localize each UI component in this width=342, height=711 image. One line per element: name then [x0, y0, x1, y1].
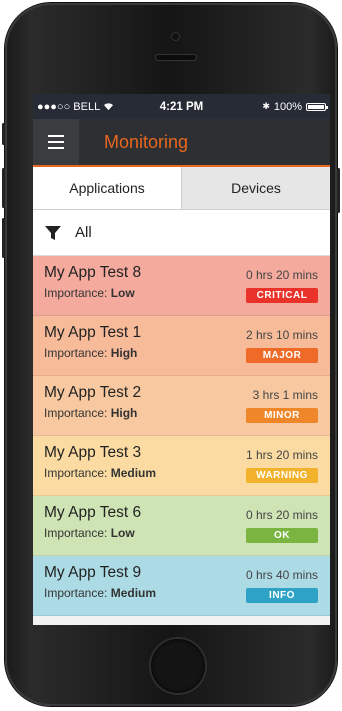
duration: 0 hrs 40 mins [245, 568, 318, 582]
tab-devices[interactable]: Devices [181, 167, 330, 209]
importance-label: Importance: [44, 466, 108, 480]
duration: 0 hrs 20 mins [245, 268, 318, 282]
power-button [337, 168, 340, 213]
tab-applications[interactable]: Applications [33, 167, 181, 209]
status-badge: MINOR [246, 408, 318, 423]
list-item[interactable]: My App Test 9 Importance: Medium 0 hrs 40 … [33, 556, 330, 616]
status-badge: CRITICAL [246, 288, 318, 303]
status-badge: MAJOR [246, 348, 318, 363]
importance-value: Low [110, 286, 135, 300]
duration: 0 hrs 20 mins [245, 508, 318, 522]
app-bar: Monitoring [33, 119, 330, 167]
duration: 1 hrs 20 mins [245, 448, 318, 462]
list-item[interactable]: My App Test 2 Importance: High 3 hrs 1 min… [33, 376, 330, 436]
importance-label: Importance: [44, 286, 108, 300]
filter-label: All [75, 224, 92, 241]
home-button[interactable] [151, 639, 205, 693]
status-badge: OK [246, 528, 318, 543]
importance-label: Importance: [44, 526, 108, 540]
front-camera [172, 33, 179, 40]
volume-down-button [2, 218, 5, 258]
list-item[interactable]: My App Test 6 Importance: Low 0 hrs 20 min… [33, 496, 330, 556]
duration: 3 hrs 1 mins [252, 388, 318, 402]
importance-label: Importance: [44, 586, 108, 600]
list-item[interactable]: My App Test 8 Importance: Low 0 hrs 20 min… [33, 256, 330, 316]
importance-value: High [110, 406, 138, 420]
battery-icon [306, 102, 328, 111]
list-item[interactable]: My App Test 1 Importance: High 2 hrs 10 mi… [33, 316, 330, 376]
status-bar: ●●●○○ BELL 4:21 PM ✱ 100% [33, 94, 330, 119]
mute-switch [2, 123, 5, 145]
tab-bar: Applications Devices [33, 167, 330, 210]
importance-value: Medium [110, 586, 157, 600]
earpiece-speaker [156, 55, 196, 60]
filter-row[interactable]: All [33, 210, 330, 256]
status-badge: WARNING [246, 468, 318, 483]
importance-value: Low [110, 526, 135, 540]
list-item[interactable]: My App Test 3 Importance: Medium 1 hrs 20 … [33, 436, 330, 496]
status-badge: INFO [246, 588, 318, 603]
volume-up-button [2, 168, 5, 208]
app-title: Monitoring [104, 131, 189, 152]
importance-label: Importance: [44, 406, 108, 420]
status-time: 4:21 PM [159, 100, 204, 113]
phone-screen: ●●●○○ BELL 4:21 PM ✱ 100% Monitoring App… [33, 94, 330, 625]
application-list: My App Test 8 Importance: Low 0 hrs 20 min… [33, 256, 330, 616]
importance-label: Importance: [44, 346, 108, 360]
importance-value: High [110, 346, 138, 360]
funnel-icon [45, 225, 61, 241]
phone-frame: ●●●○○ BELL 4:21 PM ✱ 100% Monitoring App… [2, 3, 340, 706]
duration: 2 hrs 10 mins [245, 328, 318, 342]
importance-value: Medium [110, 466, 157, 480]
hamburger-menu-icon[interactable] [33, 119, 79, 165]
